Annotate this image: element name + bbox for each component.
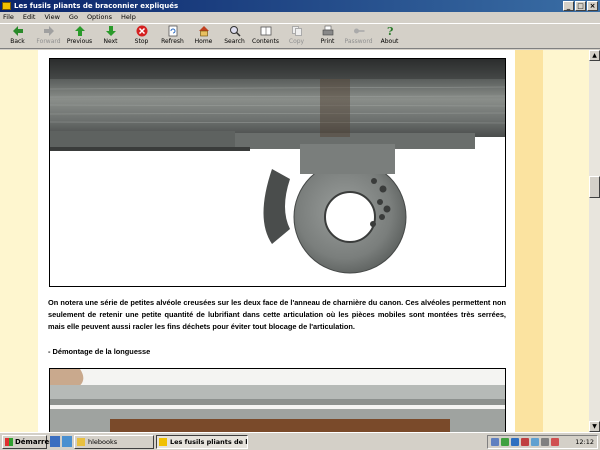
previous-button[interactable]: Previous: [64, 24, 95, 49]
next-button[interactable]: Next: [95, 24, 126, 49]
menu-help[interactable]: Help: [121, 12, 136, 23]
system-tray: 12:12: [487, 435, 598, 449]
description-paragraph: On notera une série de petites alvéole c…: [48, 298, 506, 331]
windows-flag-icon: [5, 438, 13, 446]
window-title-bar[interactable]: Les fusils pliants de braconnier expliqu…: [0, 0, 600, 12]
desktop-icon[interactable]: [50, 436, 60, 447]
stop-button[interactable]: Stop: [126, 24, 157, 49]
page-body: On notera une série de petites alvéole c…: [38, 50, 515, 432]
tray-network-icon[interactable]: [491, 438, 499, 446]
home-button[interactable]: Home: [188, 24, 219, 49]
vertical-scrollbar[interactable]: ▲ ▼: [589, 50, 600, 432]
tray-app-icon[interactable]: [501, 438, 509, 446]
task-fusils-pliants[interactable]: Les fusils pliants de b...: [156, 435, 248, 449]
browser-icon[interactable]: [62, 436, 72, 447]
clock[interactable]: 12:12: [575, 438, 594, 446]
close-button[interactable]: ×: [587, 1, 598, 11]
maximize-button[interactable]: □: [575, 1, 586, 11]
back-arrow-icon: [12, 25, 24, 37]
hinge-ring-photo: [49, 58, 506, 287]
start-button[interactable]: Démarrer: [2, 435, 53, 449]
content-area[interactable]: On notera une série de petites alvéole c…: [0, 50, 589, 432]
menu-options[interactable]: Options: [87, 12, 112, 23]
tray-monitor-icon[interactable]: [511, 438, 519, 446]
rod-disassembly-photo: [49, 368, 506, 432]
menu-file[interactable]: File: [3, 12, 14, 23]
back-button[interactable]: Back: [2, 24, 33, 49]
tray-connection-icon[interactable]: [531, 438, 539, 446]
copy-button[interactable]: Copy: [281, 24, 312, 49]
search-button[interactable]: Search: [219, 24, 250, 49]
right-stripe: [515, 50, 543, 432]
menu-bar: File Edit View Go Options Help: [0, 12, 600, 23]
section-subheading: - Démontage de la longuesse: [48, 347, 151, 356]
tray-security-icon[interactable]: [551, 438, 559, 446]
quick-launch: [50, 436, 72, 447]
scroll-up-icon[interactable]: ▲: [589, 50, 600, 61]
forward-button[interactable]: Forward: [33, 24, 64, 49]
refresh-icon: [167, 25, 179, 37]
home-icon: [198, 25, 210, 37]
task-hlebooks[interactable]: hlebooks: [74, 435, 154, 449]
search-icon: [229, 25, 241, 37]
app-book-icon: [2, 2, 11, 10]
scrollbar-thumb[interactable]: [589, 176, 600, 198]
taskbar: Démarrer hlebooks Les fusils pliants de …: [0, 432, 600, 450]
password-button[interactable]: Password: [343, 24, 374, 49]
svg-text:?: ?: [387, 25, 393, 37]
scroll-down-icon[interactable]: ▼: [589, 421, 600, 432]
about-icon: ?: [384, 25, 396, 37]
window-title: Les fusils pliants de braconnier expliqu…: [14, 2, 179, 10]
book-icon: [159, 438, 167, 446]
print-button[interactable]: Print: [312, 24, 343, 49]
about-button[interactable]: ? About: [374, 24, 405, 49]
copy-icon: [291, 25, 303, 37]
down-arrow-icon: [105, 25, 117, 37]
stop-icon: [136, 25, 148, 37]
folder-icon: [77, 438, 85, 446]
tray-antivirus-icon[interactable]: [521, 438, 529, 446]
minimize-button[interactable]: _: [563, 1, 574, 11]
tray-volume-icon[interactable]: [541, 438, 549, 446]
print-icon: [322, 25, 334, 37]
up-arrow-icon: [74, 25, 86, 37]
right-margin: [543, 50, 589, 432]
forward-arrow-icon: [43, 25, 55, 37]
contents-icon: [260, 25, 272, 37]
contents-button[interactable]: Contents: [250, 24, 281, 49]
key-icon: [353, 25, 365, 37]
menu-go[interactable]: Go: [69, 12, 78, 23]
menu-view[interactable]: View: [44, 12, 59, 23]
refresh-button[interactable]: Refresh: [157, 24, 188, 49]
left-margin: [0, 50, 38, 432]
menu-edit[interactable]: Edit: [23, 12, 36, 23]
toolbar: Back Forward Previous Next Stop Refresh …: [0, 23, 600, 49]
